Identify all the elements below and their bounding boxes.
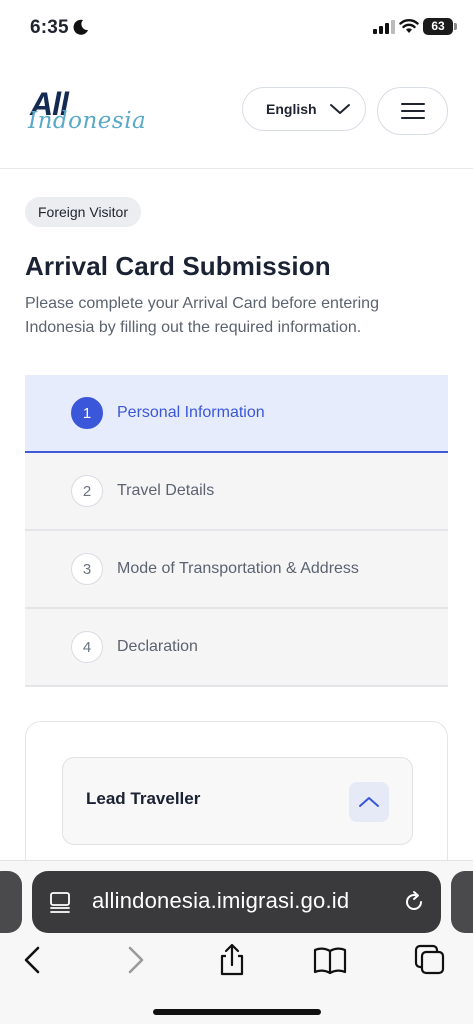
lead-traveller-panel[interactable]: Lead Traveller — [62, 757, 413, 845]
signal-icon — [373, 20, 395, 34]
step-number: 4 — [71, 631, 103, 663]
menu-button[interactable] — [377, 87, 448, 135]
step-number: 1 — [71, 397, 103, 429]
stepper: 1 Personal Information 2 Travel Details … — [25, 375, 448, 687]
step-travel-details[interactable]: 2 Travel Details — [25, 453, 448, 531]
page-menu-icon[interactable] — [48, 890, 72, 914]
status-time: 6:35 — [30, 17, 69, 38]
logo-text-indonesia: Indonesia — [28, 108, 147, 134]
step-label: Declaration — [117, 638, 198, 655]
url-text: allindonesia.imigrasi.go.id — [92, 888, 350, 913]
chevron-up-icon — [359, 797, 379, 807]
lead-traveller-title: Lead Traveller — [86, 789, 201, 808]
page-title: Arrival Card Submission — [25, 251, 331, 281]
tabs-icon[interactable] — [413, 943, 447, 977]
battery-indicator: 63 — [423, 18, 457, 35]
previous-tab-peek[interactable] — [0, 871, 22, 933]
step-label: Travel Details — [117, 482, 215, 499]
collapse-button[interactable] — [349, 782, 389, 822]
moon-icon — [73, 19, 88, 35]
site-header: All Indonesia English — [0, 56, 473, 169]
step-label: Personal Information — [117, 404, 265, 421]
step-label: Mode of Transportation & Address — [117, 560, 359, 577]
status-bar: 6:35 63 — [0, 0, 473, 56]
step-personal-information[interactable]: 1 Personal Information — [25, 375, 448, 453]
browser-bar: allindonesia.imigrasi.go.id — [0, 860, 473, 1024]
bookmarks-icon[interactable] — [313, 943, 347, 977]
allindonesia-logo[interactable]: All Indonesia — [28, 86, 158, 138]
step-number: 2 — [71, 475, 103, 507]
share-icon[interactable] — [215, 943, 249, 977]
forward-icon[interactable] — [118, 943, 152, 977]
next-tab-peek[interactable] — [451, 871, 473, 933]
address-bar[interactable]: allindonesia.imigrasi.go.id — [32, 871, 441, 933]
chevron-down-icon — [329, 104, 350, 114]
browser-toolbar — [0, 941, 473, 981]
language-label: English — [266, 101, 317, 117]
step-transportation-address[interactable]: 3 Mode of Transportation & Address — [25, 531, 448, 609]
back-icon[interactable] — [16, 943, 50, 977]
step-number: 3 — [71, 553, 103, 585]
step-declaration[interactable]: 4 Declaration — [25, 609, 448, 687]
wifi-icon — [399, 19, 419, 33]
visitor-type-badge: Foreign Visitor — [25, 197, 142, 227]
hamburger-icon — [400, 103, 425, 119]
page-description: Please complete your Arrival Card before… — [25, 295, 379, 336]
language-selector[interactable]: English — [242, 87, 366, 131]
reload-icon[interactable] — [401, 889, 427, 915]
home-indicator — [153, 1009, 321, 1015]
